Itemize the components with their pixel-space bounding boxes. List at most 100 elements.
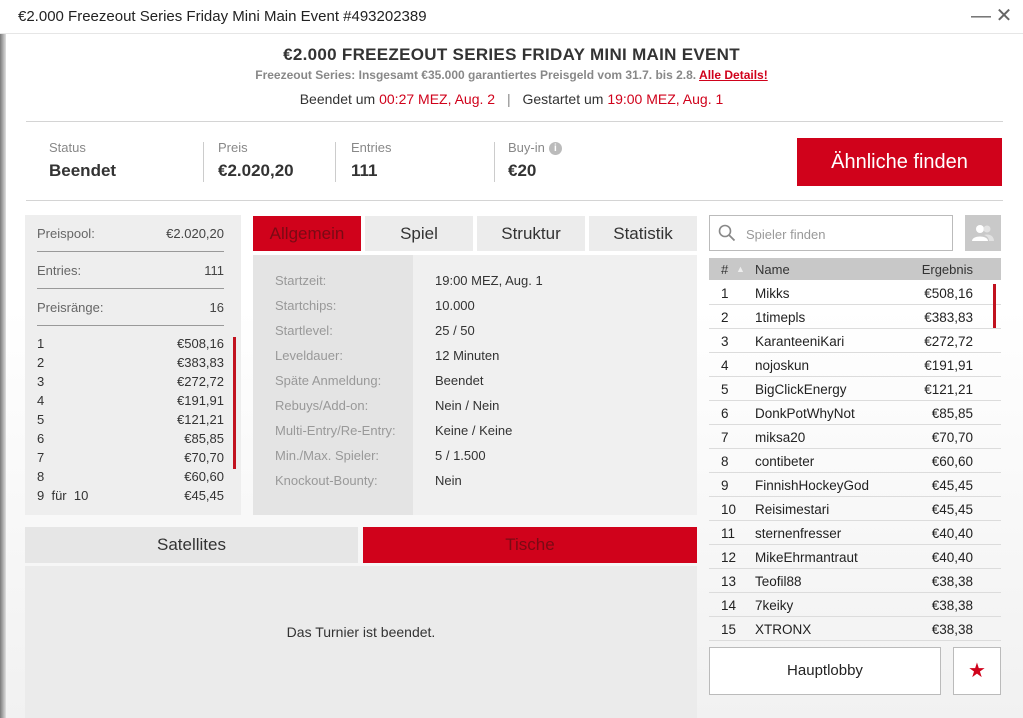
player-row[interactable]: 12 MikeEhrmantraut €40,40 [709, 545, 1001, 569]
buyin-label-row: Buy-in i [508, 140, 562, 155]
payout-amount: €272,72 [177, 374, 224, 389]
places-label: Preisränge: [37, 300, 104, 315]
player-row[interactable]: 1 Mikks €508,16 [709, 281, 1001, 305]
player-result: €272,72 [924, 334, 973, 349]
payout-amount: €85,85 [184, 431, 224, 446]
payout-amount: €60,60 [184, 469, 224, 484]
buyin-info: Buy-in i €20 [508, 140, 562, 181]
player-result: €508,16 [924, 286, 973, 301]
tab-struktur[interactable]: Struktur [477, 216, 585, 251]
player-result: €45,45 [931, 502, 973, 517]
window-title: €2.000 Freezeout Series Friday Mini Main… [18, 8, 427, 25]
player-result: €191,91 [924, 358, 973, 373]
payout-rank: 1 [37, 336, 45, 351]
ended-label: Beendet um [299, 91, 376, 107]
info-icon[interactable]: i [548, 142, 562, 155]
player-rank: 3 [721, 334, 729, 349]
payout-item: 7 €70,70 [37, 449, 224, 468]
player-result: €40,40 [931, 526, 973, 541]
player-search-input[interactable] [746, 224, 946, 244]
payout-rank: 4 [37, 393, 45, 408]
window-edge [0, 34, 6, 718]
player-row[interactable]: 6 DonkPotWhyNot €85,85 [709, 401, 1001, 425]
tournament-title: €2.000 FREEZEOUT SERIES FRIDAY MINI MAIN… [283, 45, 740, 64]
entries-row-label: Entries: [37, 263, 82, 278]
detail-label: Knockout-Bounty: [275, 473, 378, 488]
payout-amount: €383,83 [177, 355, 224, 370]
player-name: BigClickEnergy [755, 382, 847, 397]
sort-asc-icon[interactable]: ▲ [736, 264, 745, 274]
tab-satellites[interactable]: Satellites [25, 527, 358, 563]
main-lobby-button[interactable]: Hauptlobby [709, 647, 941, 695]
payout-rank: 3 [37, 374, 45, 389]
tab-statistik[interactable]: Statistik [589, 216, 697, 251]
player-row[interactable]: 11 sternenfresser €40,40 [709, 521, 1001, 545]
entries-label: Entries [351, 140, 392, 155]
tab-spiel[interactable]: Spiel [365, 216, 473, 251]
detail-label: Min./Max. Spieler: [275, 448, 380, 463]
star-icon: ★ [968, 660, 986, 682]
detail-label: Startchips: [275, 298, 337, 313]
result-header[interactable]: Ergebnis [922, 262, 973, 277]
payout-item: 4 €191,91 [37, 392, 224, 411]
name-header[interactable]: Name [755, 262, 790, 277]
player-row[interactable]: 8 contibeter €60,60 [709, 449, 1001, 473]
player-row[interactable]: 5 BigClickEnergy €121,21 [709, 377, 1001, 401]
player-row[interactable]: 7 miksa20 €70,70 [709, 425, 1001, 449]
tab-tische[interactable]: Tische [363, 527, 697, 563]
player-result: €85,85 [931, 406, 973, 421]
player-search [709, 215, 953, 251]
places-value: 16 [209, 300, 224, 315]
player-row[interactable]: 4 nojoskun €191,91 [709, 353, 1001, 377]
details-link[interactable]: Alle Details! [699, 68, 768, 82]
player-row[interactable]: 15 XTRONX €38,38 [709, 617, 1001, 641]
detail-value: 5 / 1.500 [435, 448, 486, 463]
player-row[interactable]: 14 7keiky €38,38 [709, 593, 1001, 617]
player-rank: 11 [721, 526, 736, 541]
detail-value: 12 Minuten [435, 348, 500, 363]
times-separator: | [506, 91, 511, 107]
details-values: 19:00 MEZ, Aug. 1 10.000 25 / 50 12 Minu… [413, 255, 697, 515]
player-result: €45,45 [931, 478, 973, 493]
player-rank: 14 [721, 598, 737, 613]
detail-value: Nein [435, 473, 462, 488]
payout-rank: 2 [37, 355, 45, 370]
player-row[interactable]: 13 Teofil88 €38,38 [709, 569, 1001, 593]
status-info: Status Beendet [49, 140, 116, 181]
player-row[interactable]: 3 KaranteeniKari €272,72 [709, 329, 1001, 353]
player-table-scrollbar[interactable] [993, 284, 996, 328]
player-result: €38,38 [931, 622, 973, 637]
tab-allgemein[interactable]: Allgemein [253, 216, 361, 251]
player-name: Teofil88 [755, 574, 802, 589]
find-similar-button[interactable]: Ähnliche finden [797, 138, 1002, 186]
player-row[interactable]: 9 FinnishHockeyGod €45,45 [709, 473, 1001, 497]
info-bar: Status Beendet Preis €2.020,20 Entries 1… [26, 121, 1003, 201]
close-button[interactable]: ✕ [993, 4, 1015, 28]
payout-item: 2 €383,83 [37, 354, 224, 373]
player-row[interactable]: 2 1timepls €383,83 [709, 305, 1001, 329]
detail-label: Multi-Entry/Re-Entry: [275, 423, 396, 438]
prize-label: Preis [218, 140, 248, 155]
player-name: MikeEhrmantraut [755, 550, 858, 565]
tournament-ended-message: Das Turnier ist beendet. [286, 624, 436, 640]
users-icon [972, 225, 994, 241]
favorite-button[interactable]: ★ [953, 647, 1001, 695]
entries-value: 111 [351, 161, 378, 180]
payout-scrollbar[interactable] [233, 337, 236, 469]
player-list-button[interactable] [965, 215, 1001, 251]
series-description: Freezeout Series: Insgesamt €35.000 gara… [255, 68, 697, 82]
player-row[interactable]: 10 Reisimestari €45,45 [709, 497, 1001, 521]
player-rank: 1 [721, 286, 729, 301]
player-name: KaranteeniKari [755, 334, 845, 349]
series-subtitle: Freezeout Series: Insgesamt €35.000 gara… [0, 68, 1023, 82]
rank-header[interactable]: # [721, 262, 728, 277]
tournament-times: Beendet um 00:27 MEZ, Aug. 2 | Gestartet… [0, 91, 1023, 107]
ended-time: 00:27 MEZ, Aug. 2 [379, 91, 496, 107]
minimize-button[interactable]: — [970, 4, 992, 28]
player-result: €70,70 [931, 430, 973, 445]
payout-rank: 8 [37, 469, 45, 484]
payout-item: 5 €121,21 [37, 411, 224, 430]
places-row: Preisränge: 16 [37, 289, 224, 326]
payout-rank: 9 für 10 [37, 488, 89, 503]
player-name: miksa20 [755, 430, 806, 445]
